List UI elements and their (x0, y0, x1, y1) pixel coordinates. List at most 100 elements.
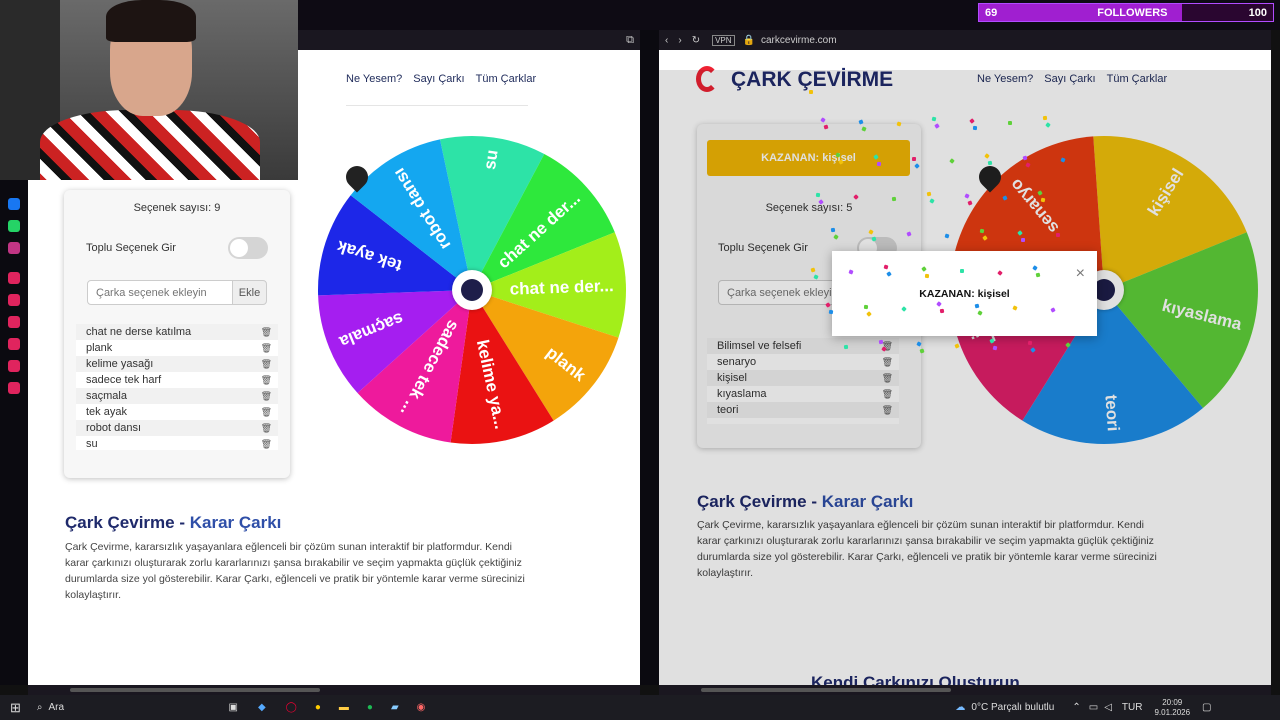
tray-chevron-icon[interactable]: ⌃ (1072, 702, 1080, 713)
trash-icon[interactable]: 🗑 (261, 324, 272, 340)
language-indicator[interactable]: TUR (1122, 702, 1143, 713)
option-item: chat ne derse katılma 🗑 (76, 324, 278, 340)
taskbar-search[interactable]: Ara (49, 702, 169, 713)
webcam-overlay (0, 0, 298, 180)
notepad-icon[interactable]: ▰ (391, 702, 399, 713)
nav-sayi-carki[interactable]: Sayı Çarkı (413, 73, 464, 85)
twitch-icon[interactable] (8, 316, 20, 328)
trash-icon[interactable]: 🗑 (261, 372, 272, 388)
notifications-icon[interactable]: ▢ (1202, 702, 1211, 713)
clock-time: 20:09 (1162, 697, 1183, 707)
left-options-card: Seçenek sayısı: 9 Toplu Seçenek Gir Ekle… (64, 190, 290, 478)
settings-icon[interactable] (8, 382, 20, 394)
confetti-piece (911, 156, 917, 162)
followers-label: FOLLOWERS (1097, 6, 1168, 19)
copilot-icon[interactable]: ◆ (258, 702, 266, 713)
winner-modal: KAZANAN: kişisel × (832, 251, 1097, 336)
forward-icon[interactable]: › (678, 35, 681, 46)
clock-date: 9.01.2026 (1154, 707, 1191, 717)
nav-tum-carklar[interactable]: Tüm Çarklar (476, 73, 537, 85)
followers-goal-bar: 69 FOLLOWERS 100 (978, 3, 1274, 22)
taskbar: ⊞ ⌕ Ara ▣ ◆ ◯ ● ▬ ● ▰ ◉ ☁ 0°C Parçalı bu… (0, 695, 1280, 720)
option-item: saçmala 🗑 (76, 388, 278, 404)
confetti-piece (876, 161, 882, 167)
trash-icon[interactable]: 🗑 (261, 388, 272, 404)
chat-icon[interactable] (8, 360, 20, 372)
spotify-icon[interactable]: ● (367, 702, 373, 713)
section-paragraph: Çark Çevirme, kararsızlık yaşayanlara eğ… (65, 541, 525, 601)
confetti-piece (1027, 340, 1033, 346)
volume-icon[interactable]: ◁ (1104, 702, 1112, 713)
confetti-piece (1040, 197, 1046, 203)
option-count: Seçenek sayısı: 9 (133, 202, 221, 214)
option-item: su 🗑 (76, 436, 278, 452)
winner-modal-text: KAZANAN: kişisel (919, 288, 1010, 300)
trash-icon[interactable]: 🗑 (261, 420, 272, 436)
wheel-segment-label: su (480, 148, 502, 170)
followers-goal: 100 (1248, 6, 1267, 19)
weather-text[interactable]: 0°C Parçalı bulutlu (971, 702, 1054, 713)
add-button[interactable]: Ekle (232, 280, 267, 305)
trash-icon[interactable]: 🗑 (261, 404, 272, 420)
option-item: kelime yasağı 🗑 (76, 356, 278, 372)
network-icon[interactable]: ▭ (1089, 702, 1098, 713)
confetti-piece (828, 309, 834, 315)
task-view-icon[interactable]: ▣ (229, 702, 238, 713)
confetti-piece (815, 192, 821, 198)
history-icon[interactable] (8, 338, 20, 350)
nav-ne-yesem[interactable]: Ne Yesem? (346, 73, 402, 85)
confetti-piece (1007, 120, 1013, 126)
search-icon[interactable]: ⌕ (37, 702, 43, 713)
messenger-icon[interactable] (8, 198, 20, 210)
bulk-toggle-label: Toplu Seçenek Gir (86, 242, 176, 254)
followers-count: 69 (985, 6, 998, 19)
extensions-icon[interactable]: ⧉ (626, 34, 634, 47)
trash-icon[interactable]: 🗑 (261, 340, 272, 356)
option-label: chat ne derse katılma (86, 326, 192, 338)
reload-icon[interactable]: ↻ (692, 35, 700, 46)
option-item: robot dansı 🗑 (76, 420, 278, 436)
modal-backdrop[interactable] (659, 70, 1271, 685)
confetti-piece (830, 227, 836, 233)
bulk-toggle[interactable] (228, 237, 268, 259)
weather-icon: ☁ (955, 702, 966, 713)
instagram-icon[interactable] (8, 242, 20, 254)
option-input[interactable] (87, 280, 233, 305)
window-gap (640, 30, 659, 685)
right-horizontal-scrollbar[interactable] (659, 685, 1271, 695)
close-icon[interactable]: × (1076, 265, 1085, 283)
confetti-piece (1042, 115, 1048, 121)
option-label: saçmala (86, 390, 127, 402)
clock[interactable]: 20:09 9.01.2026 (1154, 698, 1190, 718)
left-nav: Ne Yesem? Sayı Çarkı Tüm Çarklar (346, 73, 536, 85)
back-icon[interactable]: ‹ (665, 35, 668, 46)
whatsapp-icon[interactable] (8, 220, 20, 232)
confetti-piece (1055, 232, 1061, 238)
confetti-piece (863, 304, 869, 310)
heading-accent: Karar Çarkı (189, 513, 282, 532)
option-label: robot dansı (86, 422, 142, 434)
confetti-piece (843, 344, 849, 350)
trash-icon[interactable]: 🗑 (261, 356, 272, 372)
file-explorer-icon[interactable]: ▬ (339, 702, 349, 713)
heading-main: Çark Çevirme - (65, 513, 190, 532)
left-horizontal-scrollbar[interactable] (28, 685, 640, 695)
bookmark-icon[interactable] (8, 294, 20, 306)
option-list[interactable]: chat ne derse katılma 🗑 plank 🗑 kelime yasağ… (76, 324, 278, 450)
chrome-icon[interactable]: ● (315, 702, 321, 713)
opera-gx-icon[interactable]: ◯ (286, 702, 297, 713)
option-label: sadece tek harf (86, 374, 162, 386)
windows-start-icon[interactable]: ⊞ (10, 700, 21, 716)
music-icon[interactable] (8, 272, 20, 284)
confetti-piece (987, 160, 993, 166)
spin-button[interactable] (452, 270, 492, 310)
vpn-badge[interactable]: VPN (712, 34, 735, 46)
obs-icon[interactable]: ◉ (417, 702, 426, 713)
confetti-piece (891, 196, 897, 202)
confetti-piece (924, 273, 930, 279)
confetti-piece (939, 308, 945, 314)
confetti-piece (959, 268, 965, 274)
url-bar[interactable]: carkcevirme.com (761, 35, 837, 46)
confetti-piece (926, 191, 932, 197)
trash-icon[interactable]: 🗑 (261, 436, 272, 452)
